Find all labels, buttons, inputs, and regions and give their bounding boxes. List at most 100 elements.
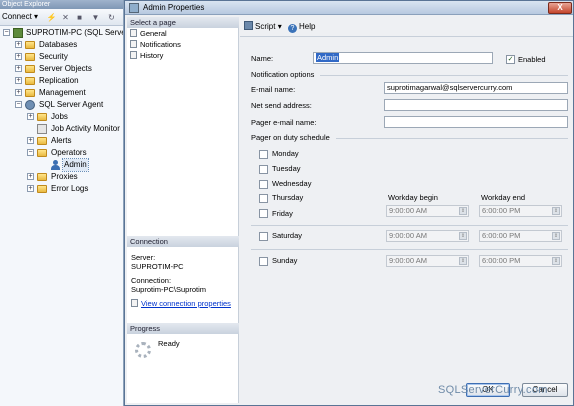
progress-header: Progress bbox=[127, 323, 239, 334]
expand-icon[interactable]: + bbox=[15, 41, 22, 48]
filter-icon[interactable]: ▼ bbox=[90, 12, 101, 23]
tree-item-jobs[interactable]: + Jobs bbox=[0, 111, 123, 123]
folder-icon bbox=[25, 53, 35, 61]
sunday-begin-value: 9:00:00 AM bbox=[389, 256, 427, 265]
tree-item-label: Proxies bbox=[51, 172, 78, 181]
dialog-title-bar[interactable]: Admin Properties X bbox=[125, 1, 573, 15]
saturday-checkbox[interactable] bbox=[259, 232, 268, 241]
help-button[interactable]: ? Help bbox=[288, 21, 315, 33]
progress-spinner-icon bbox=[135, 342, 151, 358]
folder-icon bbox=[37, 185, 47, 193]
spinner-icon[interactable]: ⇕ bbox=[552, 232, 560, 240]
tree-item-proxies[interactable]: + Proxies bbox=[0, 171, 123, 183]
monitor-icon bbox=[37, 124, 47, 134]
select-page-header: Select a page bbox=[127, 17, 239, 28]
monday-checkbox[interactable] bbox=[259, 150, 268, 159]
friday-checkbox[interactable] bbox=[259, 209, 268, 218]
enabled-label: Enabled bbox=[518, 55, 546, 64]
refresh-icon[interactable]: ↻ bbox=[106, 12, 117, 23]
object-explorer-panel: Object Explorer Connect ▾ ⚡ ✕ ■ ▼ ↻ − SU… bbox=[0, 0, 124, 406]
workday-begin-input[interactable]: 9:00:00 AM ⇕ bbox=[386, 205, 469, 217]
stop-icon[interactable]: ■ bbox=[74, 12, 85, 23]
tree-item-label: Job Activity Monitor bbox=[51, 124, 120, 133]
saturday-begin-input[interactable]: 9:00:00 AM ⇕ bbox=[386, 230, 469, 242]
agent-icon bbox=[25, 100, 35, 110]
tree-item-label: Admin bbox=[62, 158, 89, 172]
tree-item-server-objects[interactable]: + Server Objects bbox=[0, 63, 123, 75]
operator-icon bbox=[129, 3, 139, 13]
tree-item-label: Replication bbox=[39, 76, 79, 85]
spinner-icon[interactable]: ⇕ bbox=[459, 232, 467, 240]
spinner-icon[interactable]: ⇕ bbox=[552, 207, 560, 215]
net-send-address-input[interactable] bbox=[384, 99, 568, 111]
tree-item-alerts[interactable]: + Alerts bbox=[0, 135, 123, 147]
section-divider bbox=[336, 138, 568, 139]
section-divider bbox=[320, 75, 568, 76]
expand-icon[interactable]: + bbox=[15, 77, 22, 84]
collapse-icon[interactable]: − bbox=[15, 101, 22, 108]
workday-end-label: Workday end bbox=[481, 193, 526, 202]
email-name-label: E-mail name: bbox=[251, 85, 296, 94]
expand-icon[interactable]: + bbox=[27, 113, 34, 120]
pager-email-name-input[interactable] bbox=[384, 116, 568, 128]
spinner-icon[interactable]: ⇕ bbox=[459, 257, 467, 265]
page-label: General bbox=[140, 29, 167, 38]
tree-item-databases[interactable]: + Databases bbox=[0, 39, 123, 51]
script-button[interactable]: Script ▾ bbox=[244, 21, 282, 33]
expand-icon[interactable]: + bbox=[15, 53, 22, 60]
collapse-icon[interactable]: − bbox=[3, 29, 10, 36]
sunday-checkbox[interactable] bbox=[259, 257, 268, 266]
folder-icon bbox=[37, 173, 47, 181]
watermark-text: SQLServerCurry.com bbox=[438, 384, 548, 396]
page-selector-panel: Select a page General Notifications Hist… bbox=[127, 17, 239, 403]
tuesday-checkbox[interactable] bbox=[259, 165, 268, 174]
workday-end-value: 6:00:00 PM bbox=[482, 206, 521, 215]
connect-icon[interactable]: ⚡ bbox=[46, 12, 57, 23]
help-label: Help bbox=[299, 22, 316, 31]
expand-icon[interactable]: + bbox=[27, 185, 34, 192]
link-label: View connection properties bbox=[141, 299, 231, 308]
disconnect-icon[interactable]: ✕ bbox=[60, 12, 71, 23]
dialog-title: Admin Properties bbox=[143, 3, 205, 12]
expand-icon[interactable]: + bbox=[15, 65, 22, 72]
view-connection-properties-link[interactable]: View connection properties bbox=[131, 299, 231, 309]
expand-icon[interactable]: + bbox=[27, 173, 34, 180]
tree-item-replication[interactable]: + Replication bbox=[0, 75, 123, 87]
tree-item-admin[interactable]: Admin bbox=[0, 158, 123, 172]
folder-icon bbox=[37, 113, 47, 121]
tree-item-error-logs[interactable]: + Error Logs bbox=[0, 183, 123, 195]
folder-icon bbox=[25, 77, 35, 85]
expand-icon[interactable]: + bbox=[27, 137, 34, 144]
saturday-end-input[interactable]: 6:00:00 PM ⇕ bbox=[479, 230, 562, 242]
chevron-down-icon[interactable]: ▾ bbox=[278, 22, 282, 31]
connect-button[interactable]: Connect ▾ bbox=[2, 12, 38, 22]
object-explorer-toolbar: Connect ▾ ⚡ ✕ ■ ▼ ↻ bbox=[0, 9, 123, 26]
workday-end-input[interactable]: 6:00:00 PM ⇕ bbox=[479, 205, 562, 217]
sunday-end-value: 6:00:00 PM bbox=[482, 256, 521, 265]
page-general[interactable]: General bbox=[130, 29, 167, 39]
page-notifications[interactable]: Notifications bbox=[130, 40, 181, 50]
thursday-checkbox[interactable] bbox=[259, 194, 268, 203]
close-button[interactable]: X bbox=[548, 2, 572, 14]
name-input[interactable]: Admin bbox=[313, 52, 493, 64]
general-page-content: Script ▾ ? Help Name: Admin ✓ Enabled Not… bbox=[240, 17, 573, 403]
page-history[interactable]: History bbox=[130, 51, 163, 61]
tree-item-job-activity-monitor[interactable]: Job Activity Monitor bbox=[0, 123, 123, 135]
connection-value: Suprotim-PC\Suprotim bbox=[131, 285, 207, 294]
tree-item-security[interactable]: + Security bbox=[0, 51, 123, 63]
notification-options-label: Notification options bbox=[251, 70, 315, 79]
spinner-icon[interactable]: ⇕ bbox=[459, 207, 467, 215]
enabled-checkbox[interactable]: ✓ bbox=[506, 55, 515, 64]
email-name-input[interactable]: suprotimagarwal@sqlservercurry.com bbox=[384, 82, 568, 94]
tree-item-operators[interactable]: − Operators bbox=[0, 147, 123, 159]
workday-begin-label: Workday begin bbox=[388, 193, 438, 202]
spinner-icon[interactable]: ⇕ bbox=[552, 257, 560, 265]
tree-item-sql-server-agent[interactable]: − SQL Server Agent bbox=[0, 99, 123, 111]
tree-item-management[interactable]: + Management bbox=[0, 87, 123, 99]
collapse-icon[interactable]: − bbox=[27, 149, 34, 156]
wednesday-checkbox[interactable] bbox=[259, 180, 268, 189]
sunday-end-input[interactable]: 6:00:00 PM ⇕ bbox=[479, 255, 562, 267]
tree-item-server[interactable]: − SUPROTIM-PC (SQL Server 1 bbox=[0, 27, 123, 39]
expand-icon[interactable]: + bbox=[15, 89, 22, 96]
sunday-begin-input[interactable]: 9:00:00 AM ⇕ bbox=[386, 255, 469, 267]
